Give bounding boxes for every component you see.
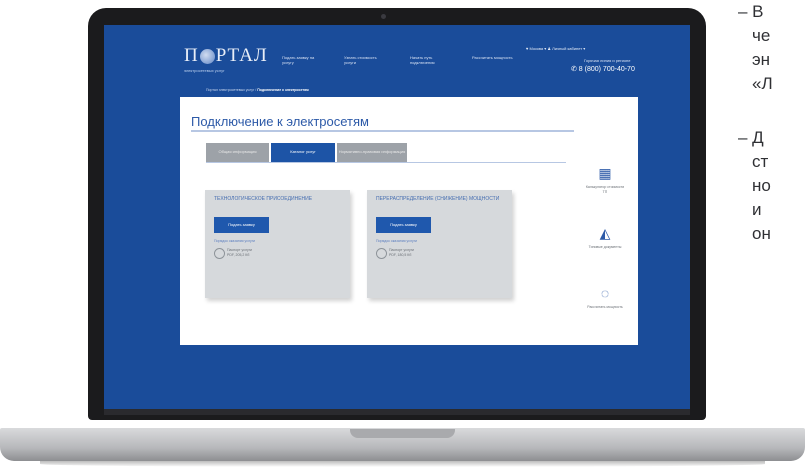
service-procedure-link[interactable]: Порядок оказания услуги — [376, 239, 417, 243]
nav-link-cost[interactable]: Узнать стоимость услуги — [344, 55, 388, 65]
service-card-redistribution: ПЕРЕРАСПРЕДЕЛЕНИЕ (СНИЖЕНИЕ) МОЩНОСТИ По… — [367, 190, 512, 298]
site-logo[interactable]: П РТАЛ — [184, 45, 268, 67]
sidebar-item-label: Типовые документы — [588, 245, 622, 249]
breadcrumb: Портал электросетевых услуг / Подключени… — [206, 88, 309, 92]
screen-bottom-bezel — [104, 409, 690, 415]
caption-line: но — [752, 176, 771, 195]
sidebar-item-power[interactable]: ◌ Рассчитать мощность — [585, 285, 625, 310]
page-title: Подключение к электросетям — [191, 114, 369, 129]
laptop-base-shadow — [40, 461, 765, 467]
file-name: Паспорт услуги — [227, 248, 252, 252]
nav-link-apply[interactable]: Подать заявку на услугу — [282, 55, 326, 65]
logo-text-right: РТАЛ — [215, 45, 268, 66]
tab-regulatory-info[interactable]: Нормативно-правовая информация — [337, 143, 407, 162]
sidebar-item-label: Рассчитать мощность — [587, 305, 623, 309]
caption-line: «Л — [752, 74, 773, 93]
tab-general-info[interactable]: Общая информация — [206, 143, 269, 162]
logo-globe-icon — [199, 49, 215, 65]
breadcrumb-home[interactable]: Портал электросетевых услуг / — [206, 88, 257, 92]
service-card-connection: ТЕХНОЛОГИЧЕСКОЕ ПРИСОЕДИНЕНИЕ Подать зая… — [205, 190, 350, 298]
laptop-screen: П РТАЛ электросетевых услуг Подать заявку… — [104, 25, 690, 415]
sidebar-item-label: Калькулятор стоимости ТП — [585, 185, 625, 194]
caption-line: эн — [752, 50, 771, 69]
breadcrumb-current: Подключение к электросетям — [257, 88, 309, 92]
sidebar-item-calculator[interactable]: ▦ Калькулятор стоимости ТП — [585, 165, 625, 194]
card-title: ПЕРЕРАСПРЕДЕЛЕНИЕ (СНИЖЕНИЕ) МОЩНОСТИ — [376, 196, 500, 202]
sidebar-item-documents[interactable]: ◭ Типовые документы — [585, 225, 625, 250]
logo-text-left: П — [184, 45, 199, 66]
pdf-file-icon[interactable] — [376, 248, 387, 259]
lightbulb-icon: ◌ — [600, 285, 610, 301]
file-size: PDF, 180,5 Кб — [389, 252, 412, 257]
nav-link-connect[interactable]: Начать путь подключения — [410, 55, 454, 65]
title-divider — [191, 130, 574, 132]
hotline-label: Горячая линия и регионе — [584, 58, 631, 63]
caption-line: че — [752, 26, 771, 45]
pdf-file-icon[interactable] — [214, 248, 225, 259]
service-passport-file[interactable]: Паспорт услуги PDF, 180,5 Кб — [389, 248, 414, 257]
apply-button[interactable]: Подать заявку — [376, 217, 431, 233]
nav-link-power[interactable]: Рассчитать мощность — [472, 55, 516, 60]
tab-service-catalog[interactable]: Каталог услуг — [271, 143, 335, 162]
service-passport-file[interactable]: Паспорт услуги PDF, 205,2 Кб — [227, 248, 252, 257]
city-and-cabinet[interactable]: ♥ Москва ▾ ♟ Личный кабинет ▾ — [526, 46, 585, 51]
service-procedure-link[interactable]: Порядок оказания услуги — [214, 239, 255, 243]
webcam — [381, 14, 386, 19]
caption-line: – В — [738, 2, 764, 21]
laptop-base-notch — [350, 429, 455, 438]
content-panel: Подключение к электросетям Общая информа… — [180, 97, 638, 345]
document-icon: ◭ — [599, 225, 611, 241]
card-title: ТЕХНОЛОГИЧЕСКОЕ ПРИСОЕДИНЕНИЕ — [214, 196, 313, 202]
tabs-divider — [206, 162, 566, 163]
logo-subtitle: электросетевых услуг — [184, 68, 225, 73]
caption-line: – Д — [738, 128, 764, 147]
caption-line: ст — [752, 152, 769, 171]
file-name: Паспорт услуги — [389, 248, 414, 252]
caption-line: он — [752, 224, 771, 243]
hotline-phone[interactable]: ✆ 8 (800) 700-40-70 — [571, 65, 635, 73]
caption-line: и — [752, 200, 762, 219]
file-size: PDF, 205,2 Кб — [227, 252, 250, 257]
calculator-icon: ▦ — [598, 165, 612, 181]
apply-button[interactable]: Подать заявку — [214, 217, 269, 233]
